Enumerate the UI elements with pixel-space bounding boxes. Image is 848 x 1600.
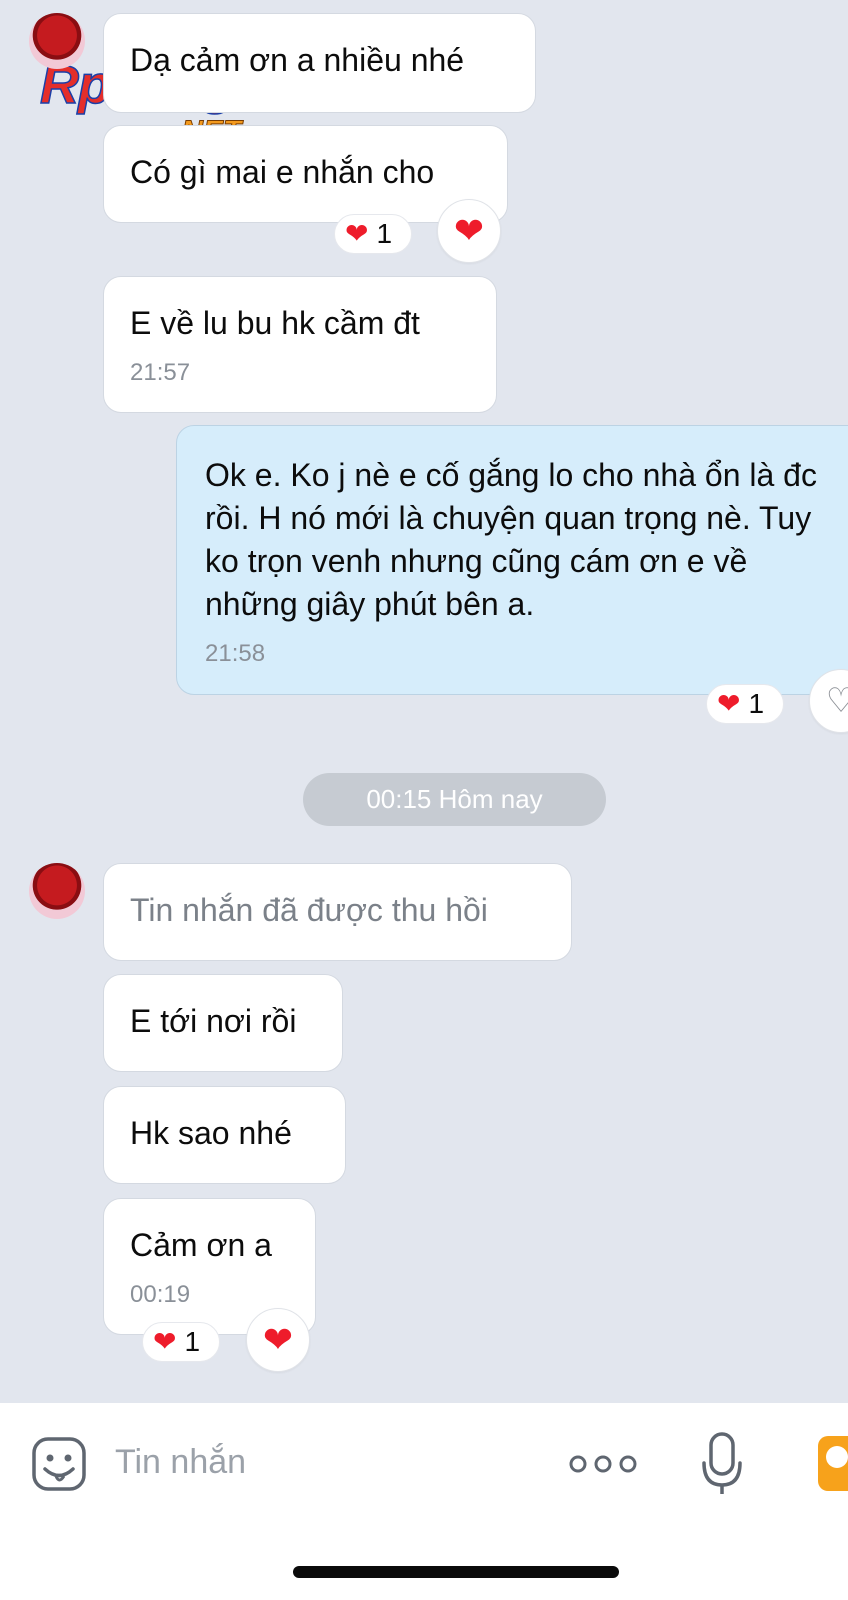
- message-bubble[interactable]: E về lu bu hk cầm đt 21:57: [103, 276, 497, 413]
- message-time: 21:57: [130, 359, 191, 386]
- contact-avatar[interactable]: [29, 13, 85, 69]
- reaction-count: 1: [376, 218, 393, 249]
- message-text: Dạ cảm ơn a nhiều nhé: [130, 42, 465, 78]
- date-divider: 00:15 Hôm nay: [303, 773, 606, 826]
- home-indicator: [293, 1566, 619, 1578]
- reaction-count: 1: [748, 688, 765, 719]
- react-button[interactable]: ❤: [246, 1308, 310, 1372]
- message-text: E tới nơi rồi: [130, 1003, 297, 1039]
- message-text: Cảm ơn a: [130, 1227, 272, 1263]
- message-bubble[interactable]: Tin nhắn đã được thu hồi: [103, 863, 572, 961]
- reaction-count: 1: [184, 1326, 201, 1357]
- message-input[interactable]: Tin nhắn: [115, 1443, 246, 1482]
- date-divider-text: 00:15 Hôm nay: [366, 784, 543, 814]
- react-button[interactable]: ❤: [437, 199, 501, 263]
- heart-icon: ❤: [717, 688, 741, 719]
- heart-icon: ❤: [453, 210, 485, 251]
- heart-icon: ❤: [153, 1326, 177, 1357]
- reaction-summary[interactable]: ❤ 1: [334, 214, 412, 254]
- message-text: Hk sao nhé: [130, 1115, 292, 1151]
- message-time: 21:58: [205, 640, 266, 667]
- message-text: Có gì mai e nhắn cho: [130, 154, 435, 190]
- microphone-icon[interactable]: [700, 1431, 744, 1497]
- heart-icon: ❤: [262, 1319, 294, 1360]
- heart-outline-icon: ♡: [825, 682, 848, 720]
- message-bubble[interactable]: E tới nơi rồi: [103, 974, 343, 1072]
- message-text: Ok e. Ko j nè e cố gắng lo cho nhà ổn là…: [205, 457, 817, 622]
- contact-avatar[interactable]: [29, 863, 85, 919]
- image-icon[interactable]: [818, 1436, 848, 1491]
- sent-message-bubble[interactable]: Ok e. Ko j nè e cố gắng lo cho nhà ổn là…: [176, 425, 848, 695]
- message-text: E về lu bu hk cầm đt: [130, 305, 420, 341]
- reaction-summary[interactable]: ❤ 1: [142, 1322, 220, 1362]
- message-bubble[interactable]: Hk sao nhé: [103, 1086, 346, 1184]
- sticker-icon[interactable]: [31, 1436, 87, 1492]
- recalled-message-text: Tin nhắn đã được thu hồi: [130, 892, 488, 928]
- heart-icon: ❤: [345, 218, 369, 249]
- more-options-icon[interactable]: [568, 1447, 638, 1481]
- message-bubble[interactable]: Dạ cảm ơn a nhiều nhé: [103, 13, 536, 113]
- reaction-summary[interactable]: ❤ 1: [706, 684, 784, 724]
